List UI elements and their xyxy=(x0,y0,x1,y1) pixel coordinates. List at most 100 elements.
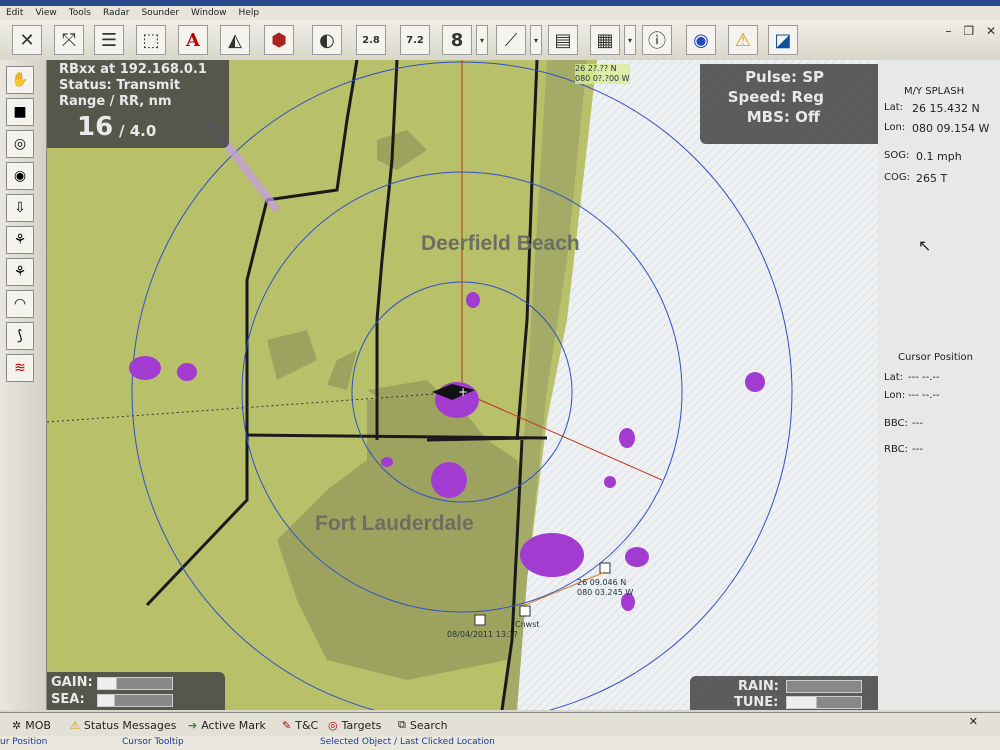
window-controls: – ❐ ✕ xyxy=(938,24,996,38)
layers-icon[interactable]: ☰ xyxy=(94,25,124,55)
tab-tc-label: T&C xyxy=(295,718,319,732)
select-icon[interactable]: ⬚ xyxy=(136,25,166,55)
tab-mob[interactable]: ✲ MOB xyxy=(12,716,51,734)
3d-icon[interactable]: ◐ xyxy=(312,25,342,55)
range-button-1[interactable]: 2.8 xyxy=(356,25,386,55)
mark-coord-lon: 080 03.245 W xyxy=(577,588,634,597)
night-mode-icon[interactable]: ■ xyxy=(6,98,34,126)
vessel-lon: 080 09.154 W xyxy=(912,122,990,135)
tab-targets-label: Targets xyxy=(341,718,382,732)
rain-slider[interactable] xyxy=(786,680,862,693)
vessel-lat: 26 15.432 N xyxy=(912,102,980,115)
top-coord-lon: 080 0?.?00 W xyxy=(575,74,630,83)
page-icon[interactable]: ▤ xyxy=(548,25,578,55)
top-coord-lat: 26 2?.?? N xyxy=(575,64,617,73)
chart-icon[interactable]: ◭ xyxy=(220,25,250,55)
page-dropdown[interactable]: ▾ xyxy=(624,25,636,55)
radar-status-panel: RBxx at 192.168.0.1 Status: Transmit Ran… xyxy=(47,60,229,148)
tab-status-messages[interactable]: ⚠ Status Messages xyxy=(70,716,176,734)
range-button-1-label: 2.8 xyxy=(362,34,380,46)
wave-icon[interactable]: ≋ xyxy=(6,354,34,382)
arc-icon[interactable]: ◠ xyxy=(6,290,34,318)
tune-slider[interactable] xyxy=(786,696,862,709)
range-button-2[interactable]: 7.2 xyxy=(400,25,430,55)
rain-label: RAIN: xyxy=(738,679,779,694)
gain-label: GAIN: xyxy=(51,675,93,690)
logo-icon[interactable]: ◪ xyxy=(768,25,798,55)
target-icon: ◎ xyxy=(328,718,338,732)
minimize-icon[interactable]: – xyxy=(946,24,952,38)
menu-edit[interactable]: Edit xyxy=(0,8,29,18)
tab-tc[interactable]: ✎ T&C xyxy=(282,716,318,734)
status-selected: Selected Object / Last Clicked Location xyxy=(320,737,495,747)
mob-icon: ✲ xyxy=(12,718,22,732)
marker-name-label: Cnwst xyxy=(515,620,540,629)
menu-radar[interactable]: Radar xyxy=(97,8,136,18)
zoom-value: 8 xyxy=(450,29,464,51)
warning-icon[interactable]: ⚠ xyxy=(728,25,758,55)
panel-close-icon[interactable]: ✕ xyxy=(969,715,978,728)
warning-icon: ⚠ xyxy=(70,718,80,732)
mbs-setting[interactable]: MBS: Off xyxy=(747,108,820,126)
tune-label: TUNE: xyxy=(734,695,779,710)
bottom-tab-bar: ✲ MOB ⚠ Status Messages ➔ Active Mark ✎ T&C … xyxy=(0,712,1000,737)
sea-slider[interactable] xyxy=(97,694,173,707)
pulse-setting[interactable]: Pulse: SP xyxy=(745,68,824,86)
text-icon[interactable]: A xyxy=(178,25,208,55)
speed-setting[interactable]: Speed: Reg xyxy=(728,88,824,106)
close-icon[interactable]: ✕ xyxy=(986,24,996,38)
tab-targets[interactable]: ◎ Targets xyxy=(328,716,381,734)
hand-icon[interactable]: ✋ xyxy=(6,66,34,94)
overlay-icon[interactable]: ⬢ xyxy=(264,25,294,55)
waypoint-marker xyxy=(519,605,531,617)
split-dropdown[interactable]: ▾ xyxy=(530,25,542,55)
sweep-icon[interactable]: ⟆ xyxy=(6,322,34,350)
tab-active-mark-label: Active Mark xyxy=(201,718,266,732)
menu-bar: Edit View Tools Radar Sounder Window Hel… xyxy=(0,6,1000,20)
zoom-select[interactable]: 8 xyxy=(442,25,472,55)
left-toolbar: ✋ ■ ◎ ◉ ⇩ ⚘ ⚘ ◠ ⟆ ≋ xyxy=(0,60,47,710)
cursor-lat-label: Lat: xyxy=(884,372,903,383)
radar-pin-icon[interactable]: ⇩ xyxy=(6,194,34,222)
radar-target-icon[interactable]: ◉ xyxy=(6,162,34,190)
range-value[interactable]: 16 xyxy=(77,112,113,142)
route-icon[interactable]: ⤧ xyxy=(54,25,84,55)
menu-tools[interactable]: Tools xyxy=(63,8,97,18)
compass-icon[interactable]: ◎ xyxy=(6,130,34,158)
fan-icon[interactable]: ⚘ xyxy=(6,258,34,286)
tab-active-mark[interactable]: ➔ Active Mark xyxy=(188,716,266,734)
crosshair-icon[interactable]: ✕ xyxy=(12,25,42,55)
menu-sounder[interactable]: Sounder xyxy=(135,8,185,18)
cursor-lon-label: Lon: xyxy=(884,390,906,401)
restore-icon[interactable]: ❐ xyxy=(963,24,974,38)
zoom-dropdown[interactable]: ▾ xyxy=(476,25,488,55)
vessel-cross-icon: + xyxy=(458,385,468,399)
city-label-deerfield: Deerfield Beach xyxy=(421,232,580,255)
radar-chart-view[interactable]: + Deerfield Beach Fort Lauderdale 26 2?.… xyxy=(47,60,878,710)
gain-slider[interactable] xyxy=(97,677,173,690)
menu-window[interactable]: Window xyxy=(185,8,233,18)
cog-label: COG: xyxy=(884,172,910,183)
city-label-fort-lauderdale: Fort Lauderdale xyxy=(315,512,474,535)
mouse-pointer-icon: ↖ xyxy=(918,236,932,255)
info-icon[interactable]: ⓘ xyxy=(642,25,672,55)
ring-range-value: / 4.0 xyxy=(119,122,157,140)
waypoint-marker xyxy=(474,614,486,626)
cursor-position-title: Cursor Position xyxy=(898,352,973,363)
status-position: ur Position xyxy=(0,737,48,747)
mark-date-label: 08/04/2011 13:1? xyxy=(447,630,518,639)
tab-search[interactable]: ⧉ Search xyxy=(398,716,448,734)
bbc-value: --- xyxy=(912,418,923,429)
split-icon[interactable]: ⟋ xyxy=(496,25,526,55)
menu-view[interactable]: View xyxy=(29,8,62,18)
rbc-value: --- xyxy=(912,444,923,455)
vessel-info-panel: M/Y SPLASH Lat: 26 15.432 N Lon: 080 09.… xyxy=(878,60,1000,710)
binoculars-icon: ⧉ xyxy=(398,718,406,731)
arrow-icon: ➔ xyxy=(188,718,198,732)
page2-icon[interactable]: ▦ xyxy=(590,25,620,55)
menu-help[interactable]: Help xyxy=(233,8,266,18)
sog-label: SOG: xyxy=(884,150,910,161)
globe-icon[interactable]: ◉ xyxy=(686,25,716,55)
active-mark xyxy=(599,562,611,574)
sector-icon[interactable]: ⚘ xyxy=(6,226,34,254)
